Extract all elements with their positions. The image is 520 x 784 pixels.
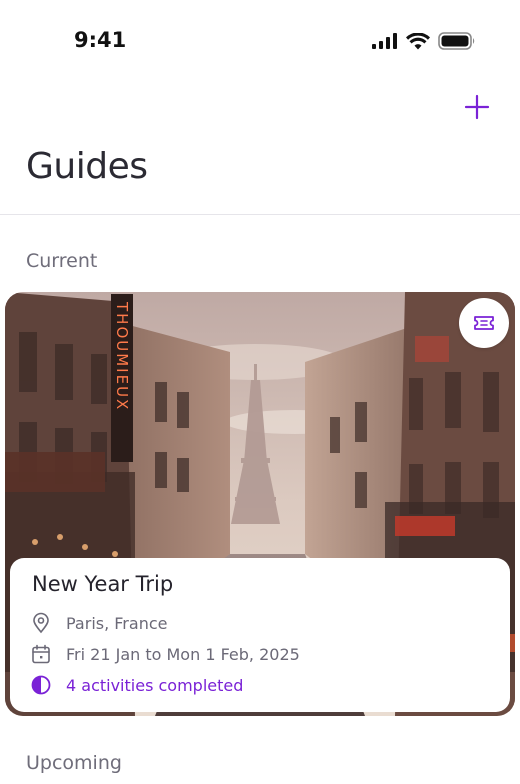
location-pin-icon <box>30 612 52 634</box>
trip-activities-row: 4 activities completed <box>30 674 243 696</box>
trip-location: Paris, France <box>66 613 168 633</box>
trip-title: New Year Trip <box>32 572 174 596</box>
calendar-icon <box>30 643 52 665</box>
battery-icon <box>438 32 475 50</box>
ticket-button[interactable] <box>459 298 509 348</box>
status-time: 9:41 <box>74 28 127 52</box>
section-label-current: Current <box>26 250 98 272</box>
wifi-icon <box>406 32 430 49</box>
signal-icon <box>372 33 397 49</box>
section-label-upcoming: Upcoming <box>26 752 122 774</box>
progress-half-circle-icon <box>30 674 52 696</box>
trip-dates-row: Fri 21 Jan to Mon 1 Feb, 2025 <box>30 643 300 665</box>
header: Guides <box>0 84 520 215</box>
add-guide-button[interactable] <box>462 92 492 122</box>
plus-icon <box>464 94 490 120</box>
page-title: Guides <box>26 146 148 187</box>
status-icons <box>372 32 476 50</box>
trip-info-panel: New Year Trip Paris, France Fri 21 Jan t… <box>10 558 510 712</box>
trip-location-row: Paris, France <box>30 612 167 634</box>
trip-dates: Fri 21 Jan to Mon 1 Feb, 2025 <box>66 644 300 664</box>
status-bar: 9:41 <box>0 0 520 84</box>
trip-card[interactable]: THOUMIEUX New Year Trip Paris, France Fr… <box>5 292 515 716</box>
trip-activities-status: 4 activities completed <box>66 675 244 695</box>
ticket-icon <box>474 316 494 330</box>
neon-sign-text: THOUMIEUX <box>113 301 131 411</box>
